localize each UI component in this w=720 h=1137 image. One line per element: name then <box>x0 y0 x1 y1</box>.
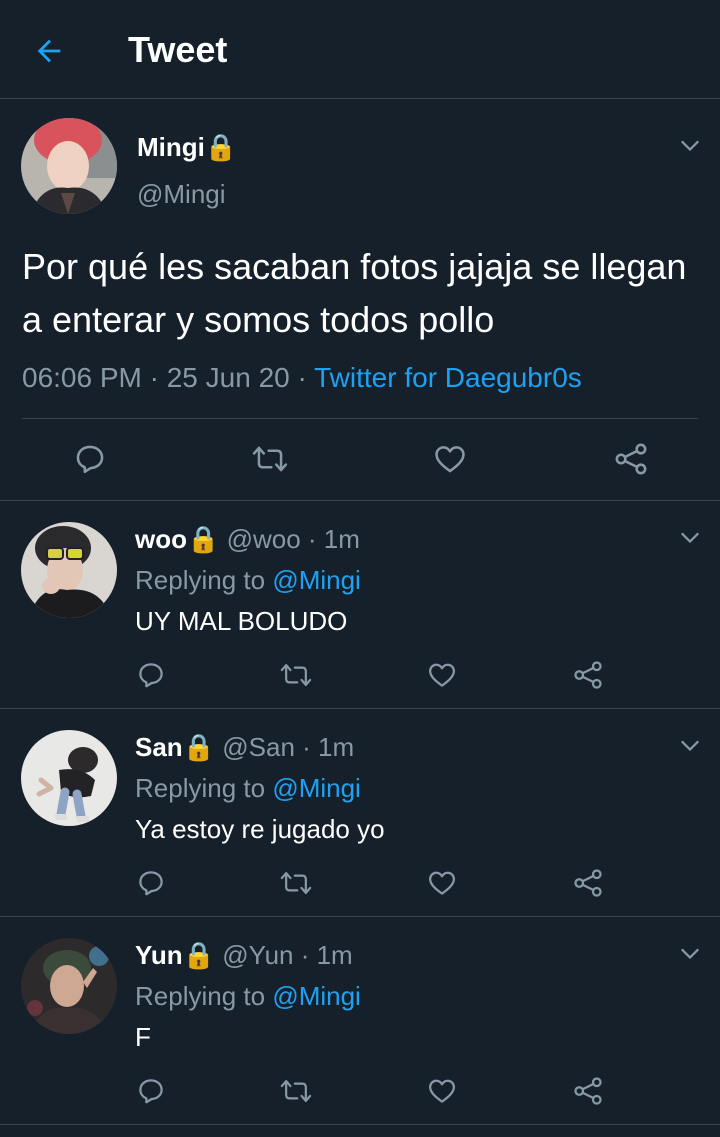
replying-to-link[interactable]: @Mingi <box>272 565 361 595</box>
reply-icon[interactable] <box>136 868 166 898</box>
retweet-icon[interactable] <box>280 1076 312 1106</box>
retweet-icon[interactable] <box>252 442 288 476</box>
like-icon[interactable] <box>432 442 468 476</box>
replying-to-link[interactable]: @Mingi <box>272 773 361 803</box>
reply-handle-time: @woo · 1m <box>219 524 360 554</box>
chevron-down-icon[interactable] <box>679 526 701 548</box>
meta-divider <box>22 418 698 419</box>
like-icon[interactable] <box>426 660 458 690</box>
back-arrow-icon[interactable] <box>32 34 66 68</box>
reply-header[interactable]: Yun🔒 @Yun · 1m <box>135 938 353 972</box>
lock-icon: 🔒 <box>204 132 238 162</box>
author-handle[interactable]: @Mingi <box>137 177 226 211</box>
avatar[interactable] <box>21 118 117 214</box>
page-title: Tweet <box>128 29 228 70</box>
avatar[interactable] <box>21 522 117 618</box>
reply-author-name: woo <box>135 524 187 554</box>
replying-to-label: Replying to <box>135 565 273 595</box>
reply-icon[interactable] <box>73 442 107 476</box>
author-display-name: Mingi <box>137 132 205 162</box>
reply-divider <box>0 1124 720 1125</box>
avatar[interactable] <box>21 938 117 1034</box>
reply-handle-time: @Yun · 1m <box>215 940 353 970</box>
reply-header[interactable]: San🔒 @San · 1m <box>135 730 354 764</box>
tweet-source-link[interactable]: Twitter for Daegubr0s <box>314 362 582 393</box>
chevron-down-icon[interactable] <box>679 734 701 756</box>
lock-icon: 🔒 <box>182 940 216 970</box>
chevron-down-icon[interactable] <box>679 942 701 964</box>
author-name[interactable]: Mingi🔒 <box>137 130 237 164</box>
reply-icon[interactable] <box>136 1076 166 1106</box>
like-icon[interactable] <box>426 1076 458 1106</box>
tweet-timestamp: 06:06 PM · 25 Jun 20 · <box>22 362 315 393</box>
reply-author-name: Yun <box>135 940 183 970</box>
retweet-icon[interactable] <box>280 868 312 898</box>
avatar[interactable] <box>21 730 117 826</box>
reply-text: F <box>135 1022 151 1052</box>
replying-to: Replying to @Mingi <box>135 771 361 805</box>
tweet-text: Por qué les sacaban fotos jajaja se lleg… <box>22 246 687 340</box>
share-icon[interactable] <box>572 1076 604 1106</box>
reply-header[interactable]: woo🔒 @woo · 1m <box>135 522 360 556</box>
replying-to: Replying to @Mingi <box>135 979 361 1013</box>
lock-icon: 🔒 <box>182 732 216 762</box>
replying-to-link[interactable]: @Mingi <box>272 981 361 1011</box>
reply-divider <box>0 708 720 709</box>
replying-to: Replying to @Mingi <box>135 563 361 597</box>
tweet-divider <box>0 500 720 501</box>
reply-icon[interactable] <box>136 660 166 690</box>
reply-text: Ya estoy re jugado yo <box>135 814 385 844</box>
lock-icon: 🔒 <box>187 524 220 554</box>
replying-to-label: Replying to <box>135 981 273 1011</box>
reply-author-name: San <box>135 732 183 762</box>
reply-text: UY MAL BOLUDO <box>135 606 348 636</box>
reply-divider <box>0 916 720 917</box>
tweet-meta: 06:06 PM · 25 Jun 20 · Twitter for Daegu… <box>22 360 582 396</box>
share-icon[interactable] <box>613 442 649 476</box>
reply-handle-time: @San · 1m <box>215 732 355 762</box>
replying-to-label: Replying to <box>135 773 273 803</box>
chevron-down-icon[interactable] <box>679 134 701 156</box>
retweet-icon[interactable] <box>280 660 312 690</box>
share-icon[interactable] <box>572 868 604 898</box>
header-divider <box>0 98 720 99</box>
like-icon[interactable] <box>426 868 458 898</box>
share-icon[interactable] <box>572 660 604 690</box>
